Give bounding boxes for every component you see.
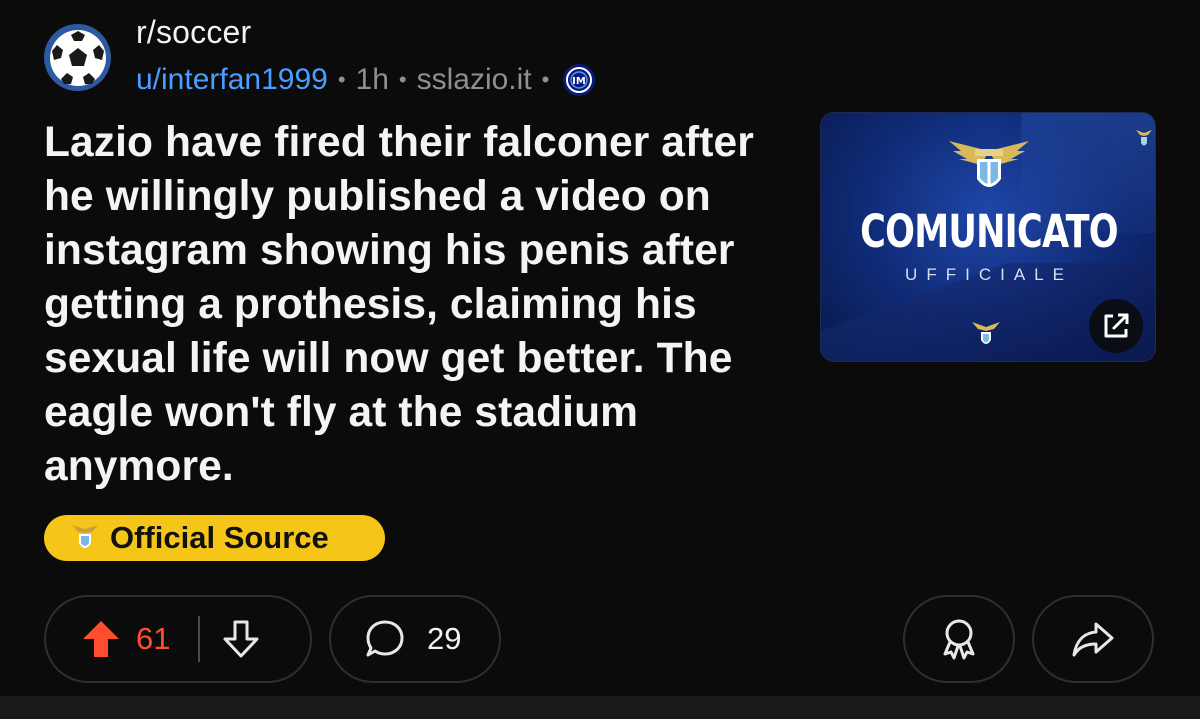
post-flair[interactable]: Official Source xyxy=(44,515,385,561)
vote-divider xyxy=(198,616,201,662)
post-meta: u/interfan1999 • 1h • sslazio.it • IM xyxy=(136,60,596,100)
share-button[interactable] xyxy=(1032,595,1154,683)
comments-button[interactable]: 29 xyxy=(329,595,501,683)
vote-bar: 61 xyxy=(44,595,312,683)
upvote-button[interactable] xyxy=(80,618,122,660)
meta-separator: • xyxy=(337,67,346,92)
share-icon xyxy=(1072,622,1114,657)
thumbnail-subtitle: UFFICIALE xyxy=(905,265,1073,284)
award-button[interactable] xyxy=(903,595,1015,683)
comment-bubble-icon xyxy=(366,620,404,657)
lazio-eagle-crest-icon xyxy=(949,141,1029,187)
svg-text:IM: IM xyxy=(573,76,587,87)
external-link-icon xyxy=(1104,313,1129,338)
thumbnail-title: COMUNICATO xyxy=(860,205,1118,258)
lazio-eagle-small-icon xyxy=(1136,130,1152,146)
award-icon xyxy=(943,619,975,660)
bottom-divider xyxy=(0,696,1200,719)
upvote-arrow-icon xyxy=(83,621,119,657)
post-title[interactable]: Lazio have fired their falconer after he… xyxy=(44,116,784,494)
lazio-crest-icon xyxy=(72,525,98,548)
meta-separator: • xyxy=(398,67,407,92)
link-thumbnail[interactable]: COMUNICATO UFFICIALE xyxy=(820,112,1156,362)
subreddit-avatar[interactable] xyxy=(44,24,111,91)
subreddit-name[interactable]: r/soccer xyxy=(136,14,251,51)
flair-label: Official Source xyxy=(110,520,329,555)
downvote-button[interactable] xyxy=(220,618,262,660)
post-card[interactable]: r/soccer u/interfan1999 • 1h • sslazio.i… xyxy=(0,0,1200,696)
meta-separator: • xyxy=(541,67,550,92)
post-time: 1h xyxy=(355,63,389,96)
soccer-ball-icon xyxy=(49,29,106,86)
external-link-button[interactable] xyxy=(1089,299,1143,353)
downvote-arrow-icon xyxy=(223,620,259,658)
comment-count: 29 xyxy=(427,621,462,656)
post-domain[interactable]: sslazio.it xyxy=(417,63,532,97)
lazio-eagle-small-icon xyxy=(972,322,1000,344)
inter-crest-icon: IM xyxy=(563,64,596,96)
upvote-count: 61 xyxy=(136,621,171,656)
author-link[interactable]: u/interfan1999 xyxy=(136,63,328,97)
